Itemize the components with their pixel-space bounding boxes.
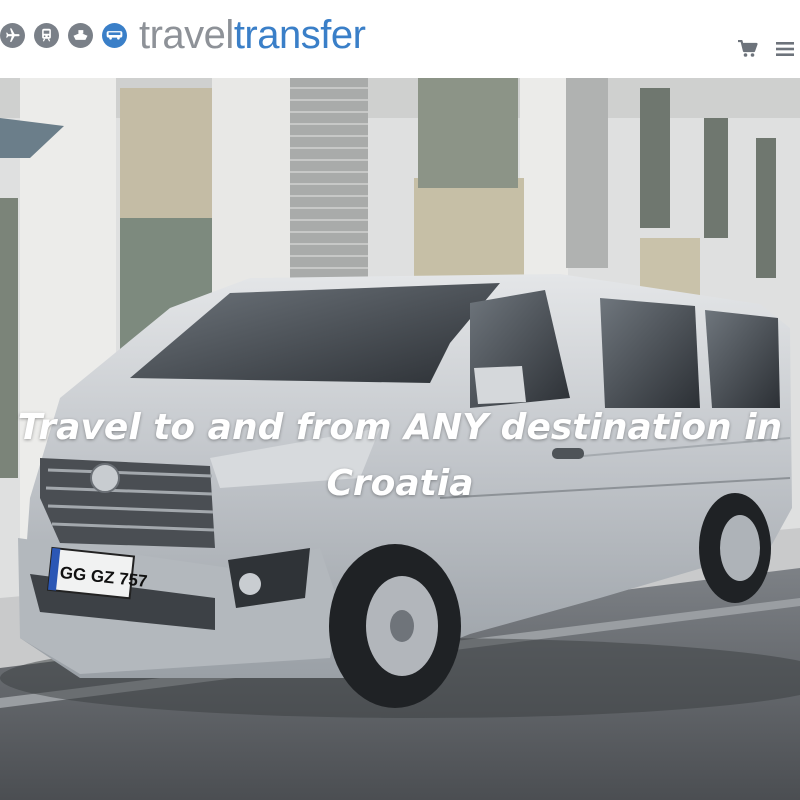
site-header: traveltransfer xyxy=(0,0,800,78)
cart-button[interactable] xyxy=(735,36,761,62)
ship-icon xyxy=(68,22,93,48)
airplane-icon xyxy=(0,22,25,48)
site-logo-text: traveltransfer xyxy=(139,13,366,57)
hero-banner: GG GZ 757 Travel to and from ANY destina… xyxy=(0,78,800,800)
train-icon xyxy=(34,22,59,48)
transport-mode-icons xyxy=(0,22,127,48)
bus-icon xyxy=(102,22,127,48)
logo-text-transfer: transfer xyxy=(233,13,366,57)
logo-text-travel: travel xyxy=(139,13,234,57)
site-logo[interactable]: traveltransfer xyxy=(0,12,366,58)
menu-button[interactable] xyxy=(772,36,798,62)
menu-icon xyxy=(776,42,794,56)
cart-icon xyxy=(738,40,758,57)
hero-title: Travel to and from ANY destination in Cr… xyxy=(17,407,783,504)
